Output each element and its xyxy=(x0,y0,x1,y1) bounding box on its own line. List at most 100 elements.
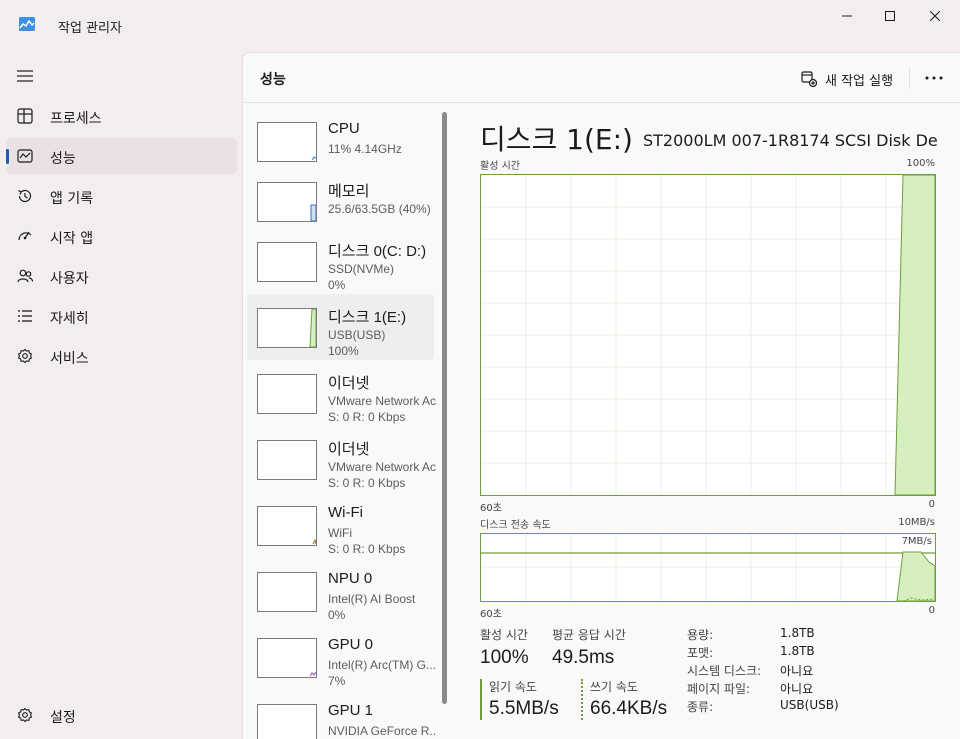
read-speed-value: 5.5MB/s xyxy=(489,698,559,719)
device-npu-0[interactable]: NPU 0 Intel(R) AI Boost 0% xyxy=(247,558,434,624)
sidebar-item-label: 시작 앱 xyxy=(50,231,94,247)
format-key: 포맷: xyxy=(687,646,714,660)
sidebar-item-processes[interactable]: 프로세스 xyxy=(6,98,237,134)
device-cpu[interactable]: CPU 11% 4.14GHz xyxy=(247,108,434,174)
active-time-stat-label: 활성 시간 xyxy=(480,628,528,642)
more-options-button[interactable] xyxy=(923,71,945,85)
processes-icon xyxy=(17,108,33,124)
active-time-graph xyxy=(480,174,936,496)
gear-icon xyxy=(17,707,33,723)
device-detail: WiFi xyxy=(328,526,352,540)
maximize-icon xyxy=(885,11,895,21)
transfer-rate-graph: 7MB/s xyxy=(480,533,936,602)
transfer-x-right: 0 xyxy=(928,605,935,616)
active-time-x-left: 60초 xyxy=(480,503,502,514)
transfer-graph-max: 10MB/s xyxy=(898,517,935,528)
capacity-value: 1.8TB xyxy=(780,626,815,640)
device-detail: 0% xyxy=(328,608,346,622)
startup-icon xyxy=(18,231,32,241)
device-thumbnail xyxy=(257,572,317,612)
device-list-scrollbar[interactable] xyxy=(442,112,447,704)
device-detail: SSD(NVMe) xyxy=(328,262,395,276)
device-detail: VMware Network Ac xyxy=(328,394,436,408)
device-detail: S: 0 R: 0 Kbps xyxy=(328,542,406,556)
sidebar-item-users[interactable]: 사용자 xyxy=(6,258,237,294)
device-wifi[interactable]: Wi-Fi WiFi S: 0 R: 0 Kbps xyxy=(247,492,434,558)
device-ethernet-1[interactable]: 이더넷 VMware Network Ac S: 0 R: 0 Kbps xyxy=(247,360,436,426)
device-detail: 7% xyxy=(328,674,346,688)
close-button[interactable] xyxy=(912,0,958,32)
device-name: 이더넷 xyxy=(328,375,370,392)
type-value: USB(USB) xyxy=(780,698,839,712)
app-title: 작업 관리자 xyxy=(58,21,122,36)
sidebar-item-label: 사용자 xyxy=(50,271,89,287)
services-icon xyxy=(17,348,33,364)
minimize-button[interactable] xyxy=(824,0,870,32)
device-disk-1[interactable]: 디스크 1(E:) USB(USB) 100% xyxy=(247,294,434,360)
sidebar-item-performance[interactable]: 성능 xyxy=(6,138,237,174)
page-file-key: 페이지 파일: xyxy=(687,682,751,696)
transfer-rate-graph-svg xyxy=(481,534,935,601)
device-name: 디스크 1(E:) xyxy=(328,309,407,326)
maximize-button[interactable] xyxy=(867,0,913,32)
device-name: CPU xyxy=(328,120,360,137)
device-detail: 11% 4.14GHz xyxy=(328,142,402,156)
device-detail: S: 0 R: 0 Kbps xyxy=(328,476,406,490)
device-thumbnail xyxy=(257,242,317,282)
read-speed-marker xyxy=(480,679,482,720)
run-new-task-button[interactable]: 새 작업 실행 xyxy=(801,68,893,90)
device-thumbnail xyxy=(257,704,317,739)
device-gpu-1[interactable]: GPU 1 NVIDIA GeForce R... xyxy=(247,690,436,739)
device-name: Wi-Fi xyxy=(328,504,363,521)
content-header: 성능 새 작업 실행 xyxy=(243,53,960,103)
device-name: GPU 0 xyxy=(328,636,374,653)
device-thumbnail xyxy=(257,374,317,414)
format-value: 1.8TB xyxy=(780,644,815,658)
sidebar-item-startup[interactable]: 시작 앱 xyxy=(6,218,237,254)
disk-detail-panel: 디스크 1(E:) ST2000LM 007-1R8174 SCSI Disk … xyxy=(455,104,960,739)
device-detail: Intel(R) Arc(TM) G... xyxy=(328,658,436,672)
device-detail: NVIDIA GeForce R... xyxy=(328,724,436,738)
device-name: NPU 0 xyxy=(328,570,373,587)
hamburger-icon[interactable] xyxy=(17,70,33,82)
device-detail: VMware Network Ac xyxy=(328,460,436,474)
main-content: 성능 새 작업 실행 CPU 11% 4.14GHz 메모리 25.6/63.5… xyxy=(242,52,960,739)
close-icon xyxy=(930,11,940,21)
device-ethernet-2[interactable]: 이더넷 VMware Network Ac S: 0 R: 0 Kbps xyxy=(247,426,436,492)
read-speed-label: 읽기 속도 xyxy=(489,680,537,694)
disk-model: ST2000LM 007-1R8174 SCSI Disk Dev... xyxy=(643,131,937,150)
device-thumbnail xyxy=(257,182,317,222)
sidebar-item-services[interactable]: 서비스 xyxy=(6,338,237,374)
active-time-graph-svg xyxy=(481,175,935,495)
sidebar: 프로세스 성능 앱 기록 시작 앱 사용자 자세히 서비스 설정 xyxy=(0,52,242,739)
device-thumbnail xyxy=(257,506,317,546)
sidebar-item-app-history[interactable]: 앱 기록 xyxy=(6,178,237,214)
sidebar-item-label: 자세히 xyxy=(50,311,89,327)
device-disk-0[interactable]: 디스크 0(C: D:) SSD(NVMe) 0% xyxy=(247,228,434,294)
capacity-key: 용량: xyxy=(687,628,714,642)
write-speed-marker xyxy=(581,679,583,720)
history-icon xyxy=(18,189,32,203)
header-separator xyxy=(909,67,910,89)
sidebar-item-label: 성능 xyxy=(50,151,76,167)
device-thumbnail xyxy=(257,122,317,162)
sidebar-item-settings[interactable]: 설정 xyxy=(6,697,237,733)
device-gpu-0[interactable]: GPU 0 Intel(R) Arc(TM) G... 7% xyxy=(247,624,436,690)
system-disk-value: 아니요 xyxy=(780,664,814,678)
response-time-label: 평균 응답 시간 xyxy=(552,628,626,642)
device-memory[interactable]: 메모리 25.6/63.5GB (40%) xyxy=(247,168,434,234)
sidebar-item-details[interactable]: 자세히 xyxy=(6,298,237,334)
active-indicator xyxy=(6,149,9,164)
device-name: 디스크 0(C: D:) xyxy=(328,243,427,260)
page-file-value: 아니요 xyxy=(780,682,814,696)
active-time-graph-label: 활성 시간 xyxy=(480,161,520,172)
device-thumbnail xyxy=(257,638,317,678)
device-detail: 25.6/63.5GB (40%) xyxy=(328,202,431,216)
transfer-inner-label: 7MB/s xyxy=(901,536,932,547)
sidebar-item-label: 앱 기록 xyxy=(50,191,94,207)
response-time-value: 49.5ms xyxy=(552,647,615,668)
device-name: 메모리 xyxy=(328,183,370,200)
device-name: 이더넷 xyxy=(328,441,370,458)
active-time-graph-max: 100% xyxy=(906,158,935,169)
page-title: 성능 xyxy=(260,72,286,88)
